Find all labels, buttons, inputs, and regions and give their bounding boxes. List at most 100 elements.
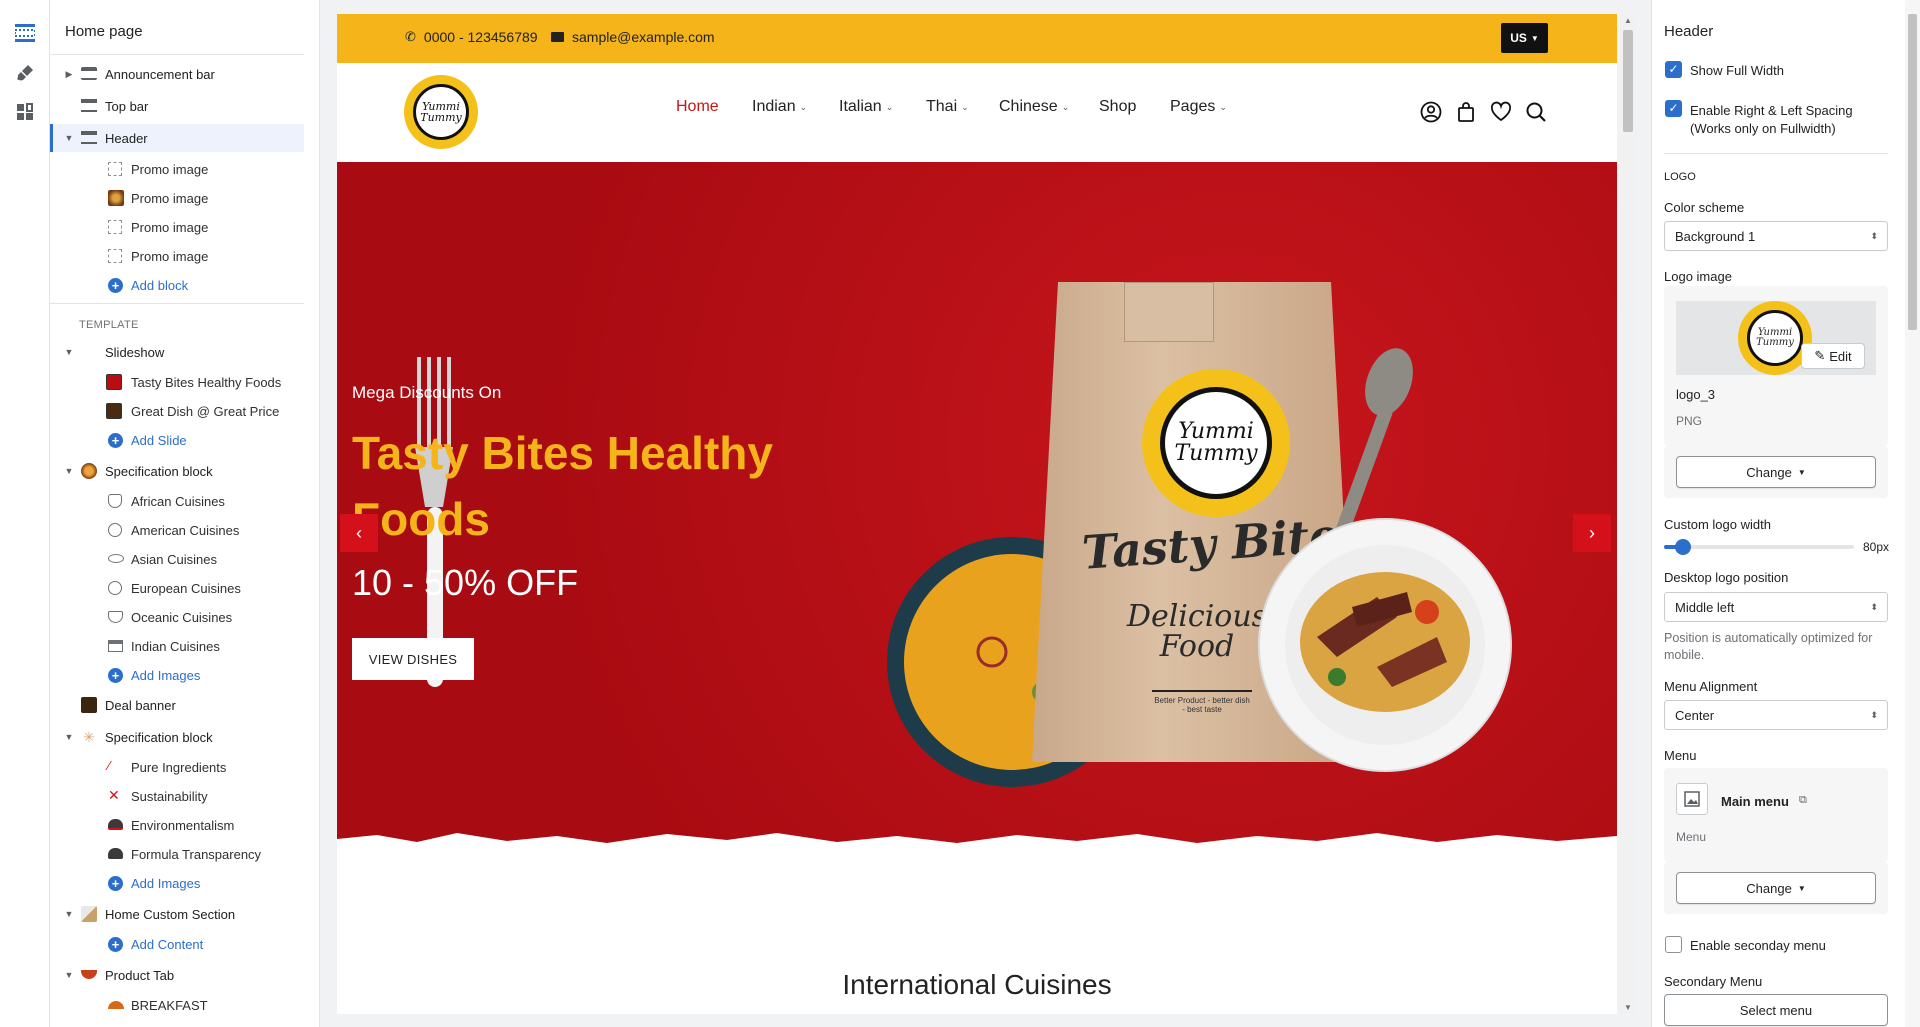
block-image[interactable]: Environmentalism [50, 811, 304, 839]
chevron-left-icon[interactable]: ‹ [340, 514, 378, 552]
block-image[interactable]: Oceanic Cuisines [50, 603, 304, 631]
section-announcement-bar[interactable]: ▶ Announcement bar [50, 60, 304, 88]
section-header[interactable]: ▼ Header [50, 124, 304, 152]
cart-icon[interactable] [1455, 101, 1477, 123]
pencil-icon: ✎ [1814, 348, 1826, 363]
food-icon [108, 1001, 124, 1009]
page-title: Home page [65, 23, 143, 40]
section-home-custom[interactable]: ▼ Home Custom Section [50, 900, 304, 928]
sections-icon[interactable] [13, 21, 37, 45]
section-slideshow[interactable]: ▼ Slideshow [50, 338, 304, 366]
chevron-down-icon: ⌄ [885, 101, 894, 112]
plus-circle-icon: + [108, 433, 123, 448]
nav-indian[interactable]: Indian ⌄ [752, 98, 807, 116]
edit-logo-button[interactable]: ✎ Edit [1801, 343, 1865, 369]
email-info[interactable]: sample@example.com [551, 29, 715, 45]
nav-italian[interactable]: Italian ⌄ [839, 98, 893, 116]
section-product-tab[interactable]: ▼ Product Tab [50, 961, 304, 989]
nav-home[interactable]: Home [676, 98, 719, 116]
add-images-button[interactable]: + Add Images [50, 661, 304, 689]
add-images-button[interactable]: + Add Images [50, 869, 304, 897]
color-scheme-select[interactable]: Background 1 ⬍ [1664, 221, 1888, 251]
block-label: African Cuisines [131, 493, 225, 509]
preview-scrollbar[interactable]: ▲ ▼ [1620, 14, 1636, 1014]
nav-shop[interactable]: Shop [1099, 98, 1136, 116]
add-slide-button[interactable]: + Add Slide [50, 426, 304, 454]
section-icon [81, 99, 97, 112]
block-slide[interactable]: Great Dish @ Great Price [50, 397, 304, 425]
store-logo[interactable]: Yummi Tummy [404, 75, 478, 149]
phone-info[interactable]: ✆ 0000 - 123456789 [405, 29, 538, 45]
section-specification-block[interactable]: ▼ Specification block [50, 457, 304, 485]
menu-change-area: Change ▼ [1664, 862, 1888, 914]
main-menu-link[interactable]: Main menu [1721, 794, 1789, 809]
slide-thumbnail-icon [106, 374, 122, 390]
slider-handle[interactable] [1675, 539, 1691, 555]
scroll-up-icon[interactable]: ▲ [1624, 16, 1632, 25]
scrollbar-thumb[interactable] [1908, 14, 1917, 330]
logo-text: Yummi Tummy [413, 84, 469, 140]
block-promo-image[interactable]: Promo image [50, 242, 304, 270]
block-image[interactable]: European Cuisines [50, 574, 304, 602]
block-image[interactable]: American Cuisines [50, 516, 304, 544]
chevron-down-icon[interactable]: ▼ [64, 970, 74, 980]
nav-chinese[interactable]: Chinese ⌄ [999, 98, 1069, 116]
block-slide[interactable]: Tasty Bites Healthy Foods [50, 368, 304, 396]
block-promo-image[interactable]: Promo image [50, 213, 304, 241]
select-menu-button[interactable]: Select menu [1664, 994, 1888, 1026]
theme-settings-icon[interactable] [13, 61, 37, 85]
block-image[interactable]: African Cuisines [50, 487, 304, 515]
block-promo-image[interactable]: Promo image [50, 184, 304, 212]
section-deal-banner[interactable]: Deal banner [50, 691, 304, 719]
external-link-icon[interactable]: ⧉ [1799, 794, 1807, 807]
scrollbar-thumb[interactable] [1623, 30, 1633, 132]
currency-selector[interactable]: US ▼ [1501, 23, 1548, 53]
steak-plate-image [1258, 518, 1512, 772]
section-top-bar[interactable]: Top bar [50, 92, 304, 120]
chevron-down-icon[interactable]: ▼ [64, 909, 74, 919]
chevron-down-icon: ▼ [1530, 33, 1539, 43]
block-image[interactable]: ✕ Sustainability [50, 782, 304, 810]
chevron-down-icon[interactable]: ▼ [64, 466, 74, 476]
nav-thai[interactable]: Thai ⌄ [926, 98, 969, 116]
scroll-down-icon[interactable]: ▼ [1624, 1003, 1632, 1012]
logo-width-slider[interactable] [1664, 539, 1854, 555]
chevron-down-icon[interactable]: ▼ [64, 732, 74, 742]
nav-pages[interactable]: Pages ⌄ [1170, 98, 1227, 116]
search-icon[interactable] [1525, 101, 1547, 123]
block-tab[interactable]: BREAKFAST [50, 991, 304, 1019]
bag-label [1124, 282, 1214, 342]
chevron-right-icon[interactable]: ▶ [64, 69, 74, 79]
block-image[interactable]: Formula Transparency [50, 840, 304, 868]
chevron-down-icon[interactable]: ▼ [64, 347, 74, 357]
add-block-button[interactable]: + Add block [50, 271, 304, 299]
block-image[interactable]: Indian Cuisines [50, 632, 304, 660]
app-embeds-icon[interactable] [13, 100, 37, 124]
chevron-down-icon: ⌄ [1219, 101, 1227, 112]
show-full-width-checkbox[interactable]: ✓ [1665, 61, 1682, 78]
wishlist-heart-icon[interactable] [1490, 101, 1512, 123]
spacing-checkbox[interactable]: ✓ [1665, 100, 1682, 117]
hero-headline: Tasty Bites Healthy Foods [352, 427, 773, 545]
block-promo-image[interactable]: Promo image [50, 155, 304, 183]
account-icon[interactable] [1420, 101, 1442, 123]
block-image[interactable]: ⁄ Pure Ingredients [50, 753, 304, 781]
view-dishes-button[interactable]: VIEW DISHES [352, 638, 474, 680]
chevron-right-icon[interactable]: › [1573, 514, 1611, 552]
image-thumbnail-icon [108, 190, 124, 206]
change-logo-button[interactable]: Change ▼ [1676, 456, 1876, 488]
chevron-down-icon[interactable]: ▼ [64, 133, 74, 143]
block-image[interactable]: Asian Cuisines [50, 545, 304, 573]
add-content-button[interactable]: + Add Content [50, 930, 304, 958]
cuisine-icon [108, 611, 123, 623]
section-label: Home Custom Section [105, 906, 236, 922]
section-specification-block[interactable]: ▼ ✳ Specification block [50, 723, 304, 751]
logo-change-area: Change ▼ [1664, 446, 1888, 498]
settings-scrollbar[interactable] [1905, 0, 1920, 1027]
menu-alignment-select[interactable]: Center ⬍ [1664, 700, 1888, 730]
divider [50, 54, 304, 55]
logo-position-select[interactable]: Middle left ⬍ [1664, 592, 1888, 622]
change-menu-button[interactable]: Change ▼ [1676, 872, 1876, 904]
section-label: Specification block [105, 463, 213, 479]
secondary-menu-checkbox[interactable] [1665, 936, 1682, 953]
